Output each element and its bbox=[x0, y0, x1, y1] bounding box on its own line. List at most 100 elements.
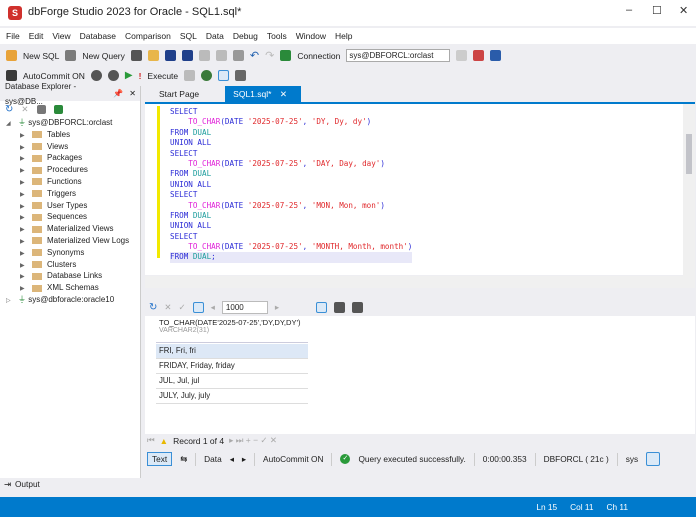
stop-icon[interactable] bbox=[184, 70, 196, 81]
run-icon[interactable]: ▶ bbox=[125, 70, 133, 81]
apply-icon[interactable]: ✓ bbox=[179, 302, 186, 313]
undo-icon[interactable]: ↶ bbox=[250, 49, 259, 62]
expand-icon[interactable]: ▷ bbox=[6, 296, 18, 308]
history-icon[interactable] bbox=[201, 70, 213, 81]
first-page-icon[interactable]: ◂ bbox=[211, 302, 215, 313]
table-row[interactable]: JULY, July, july bbox=[156, 389, 308, 404]
disconnect-icon[interactable] bbox=[456, 50, 468, 61]
folder-icon bbox=[32, 260, 42, 268]
cut-icon[interactable] bbox=[198, 50, 210, 61]
menu-debug[interactable]: Debug bbox=[233, 31, 258, 41]
save-all-icon[interactable] bbox=[181, 50, 193, 61]
next-record-icon[interactable]: ▸ ⏭ + − ✓ ✕ bbox=[229, 435, 277, 446]
page-size-select[interactable]: 1000 bbox=[221, 300, 268, 314]
table-row[interactable]: JUL, Jul, jul bbox=[156, 374, 308, 389]
grid-icon[interactable] bbox=[235, 70, 247, 81]
tree-item[interactable]: ▶ Procedures bbox=[0, 164, 140, 176]
results-pane-icon[interactable] bbox=[218, 70, 230, 81]
refresh-icon[interactable]: ↻ bbox=[5, 104, 13, 115]
output-tab[interactable]: ⇥ Output bbox=[4, 479, 40, 489]
toggle-panel-icon[interactable] bbox=[646, 452, 661, 466]
table-row[interactable]: FRI, Fri, fri bbox=[156, 344, 308, 359]
column-header[interactable]: TO_CHAR(DATE'2025-07-25','DY,DY,DY') VAR… bbox=[156, 316, 308, 343]
format-icon[interactable] bbox=[490, 50, 502, 61]
table-view-icon[interactable] bbox=[316, 301, 328, 313]
menu-sql[interactable]: SQL bbox=[180, 31, 197, 41]
data-button[interactable]: Data bbox=[204, 454, 222, 464]
paste-icon[interactable] bbox=[232, 50, 244, 61]
tree-item[interactable]: ▶ Synonyms bbox=[0, 247, 140, 259]
new-file-icon[interactable] bbox=[130, 50, 142, 61]
tree-item[interactable]: ▶ User Types bbox=[0, 200, 140, 212]
new-sql-button[interactable]: New SQL bbox=[23, 51, 59, 61]
swap-icon[interactable]: ⇆ bbox=[180, 454, 187, 464]
tree-item[interactable]: ▶ Functions bbox=[0, 176, 140, 188]
delete-icon[interactable]: ✕ bbox=[21, 104, 28, 115]
code-token: ) bbox=[380, 200, 385, 210]
open-icon[interactable] bbox=[147, 50, 159, 61]
menu-file[interactable]: File bbox=[6, 31, 20, 41]
tree-item[interactable]: ▶ Packages bbox=[0, 152, 140, 164]
execute-button[interactable]: Execute bbox=[147, 71, 178, 81]
first-record-icon[interactable]: ⏮ bbox=[147, 435, 155, 446]
grid-view-icon[interactable] bbox=[192, 301, 204, 313]
duplicate-icon[interactable] bbox=[36, 104, 46, 114]
copy-icon[interactable] bbox=[215, 50, 227, 61]
tab-sql1[interactable]: SQL1.sql* ✕ bbox=[225, 86, 302, 102]
connection-node[interactable]: ▷ ⏚ sys@dbforacle:oracle10 bbox=[0, 294, 140, 306]
tree-item[interactable]: ▶ Materialized Views bbox=[0, 223, 140, 235]
text-button[interactable]: Text bbox=[147, 452, 173, 466]
connection-node[interactable]: ◢ ⏚ sys@DBFORCL:orclast bbox=[0, 117, 140, 129]
menu-edit[interactable]: Edit bbox=[29, 31, 44, 41]
prev-icon[interactable]: ◂ bbox=[230, 454, 234, 464]
tab-close-icon[interactable]: ✕ bbox=[280, 89, 287, 99]
tree-item[interactable]: ▶ Database Links bbox=[0, 270, 140, 282]
redo-icon[interactable]: ↷ bbox=[265, 49, 274, 62]
columns-icon[interactable] bbox=[352, 301, 364, 313]
code-line: SELECT bbox=[170, 232, 412, 242]
table-row[interactable]: FRIDAY, Friday, friday bbox=[156, 359, 308, 374]
new-query-button[interactable]: New Query bbox=[82, 51, 125, 61]
refresh-results-icon[interactable]: ↻ bbox=[149, 302, 157, 313]
menu-data[interactable]: Data bbox=[206, 31, 224, 41]
autocommit-status[interactable]: AutoCommit ON bbox=[263, 454, 323, 464]
results-grid: TO_CHAR(DATE'2025-07-25','DY,DY,DY') VAR… bbox=[145, 316, 695, 434]
menu-comparison[interactable]: Comparison bbox=[125, 31, 171, 41]
new-connection-icon[interactable] bbox=[53, 104, 63, 114]
tree-item[interactable]: ▶ XML Schemas bbox=[0, 282, 140, 294]
menu-help[interactable]: Help bbox=[335, 31, 352, 41]
next-icon[interactable]: ▸ bbox=[242, 454, 246, 464]
close-connection-icon[interactable] bbox=[473, 50, 485, 61]
tree-item[interactable]: ▶ Triggers bbox=[0, 188, 140, 200]
save-icon[interactable] bbox=[164, 50, 176, 61]
tree-item[interactable]: ▶ Tables bbox=[0, 129, 140, 141]
menu-view[interactable]: View bbox=[52, 31, 70, 41]
tree-item[interactable]: ▶ Clusters bbox=[0, 259, 140, 271]
editor-scrollbar[interactable] bbox=[683, 104, 695, 277]
connection-select[interactable]: sys@DBFORCL:orclast bbox=[346, 49, 451, 62]
sql-editor[interactable]: SELECT TO_CHAR(DATE '2025-07-25', 'DY, D… bbox=[145, 102, 695, 277]
close-explorer-icon[interactable]: ✕ bbox=[129, 86, 136, 101]
cancel-icon[interactable]: ✕ bbox=[164, 302, 171, 313]
minimize-button[interactable]: ‒ bbox=[626, 4, 632, 16]
code-line: FROM DUAL; bbox=[170, 252, 413, 263]
tree-item[interactable]: ▶ Views bbox=[0, 141, 140, 153]
card-view-icon[interactable] bbox=[334, 301, 346, 313]
tab-start-page[interactable]: Start Page bbox=[151, 86, 207, 102]
menu-tools[interactable]: Tools bbox=[267, 31, 287, 41]
menu-database[interactable]: Database bbox=[80, 31, 116, 41]
editor-hscrollbar[interactable] bbox=[145, 276, 695, 288]
expand-icon[interactable]: ◢ bbox=[6, 119, 18, 131]
tree-item[interactable]: ▶ Materialized View Logs bbox=[0, 235, 140, 247]
maximize-button[interactable]: ☐ bbox=[652, 4, 662, 17]
code-token: , bbox=[302, 117, 312, 127]
new-connection-icon[interactable] bbox=[280, 50, 292, 61]
tree-item[interactable]: ▶ Sequences bbox=[0, 211, 140, 223]
close-button[interactable]: ✕ bbox=[679, 4, 688, 17]
menu-window[interactable]: Window bbox=[296, 31, 326, 41]
code-area[interactable]: SELECT TO_CHAR(DATE '2025-07-25', 'DY, D… bbox=[170, 107, 413, 263]
record-navigator: ⏮ ▲ Record 1 of 4 ▸ ⏭ + − ✓ ✕ bbox=[145, 434, 695, 447]
pin-icon[interactable]: 📌 bbox=[113, 86, 123, 101]
next-page-icon[interactable]: ▸ bbox=[275, 302, 279, 313]
code-token: FROM bbox=[170, 169, 193, 179]
